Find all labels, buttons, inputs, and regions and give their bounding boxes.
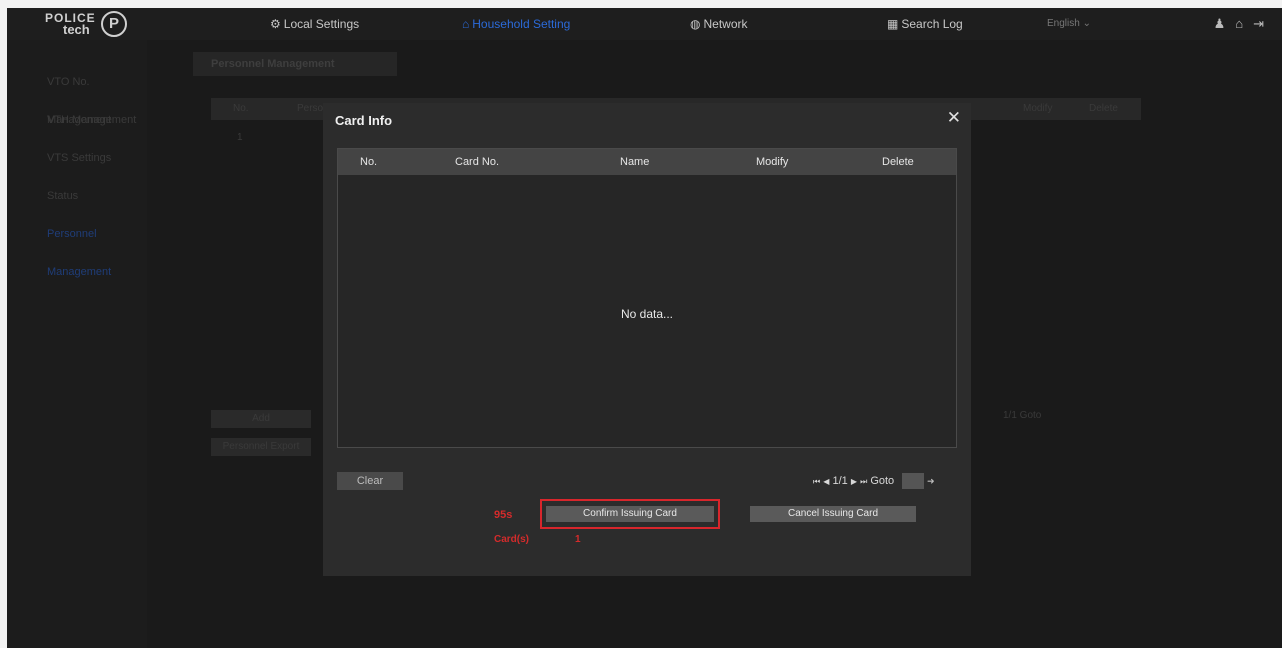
modal-title: Card Info	[335, 113, 393, 128]
confirm-highlight-box: Confirm Issuing Card	[540, 499, 720, 529]
bg-row-no: 1	[237, 132, 243, 143]
last-page-icon[interactable]: ⏭	[860, 477, 867, 486]
logo-text-tech: tech	[63, 22, 90, 37]
header-name: Name	[620, 156, 650, 168]
nav-network[interactable]: ◍ Network	[690, 17, 748, 31]
add-button[interactable]: Add	[211, 410, 311, 428]
bg-header-delete: Delete	[1089, 103, 1118, 114]
go-arrow-icon[interactable]: ➜	[927, 471, 935, 491]
empty-state-text: No data...	[620, 307, 674, 321]
page-indicator: 1/1	[832, 475, 848, 487]
goto-label: Goto	[870, 475, 895, 487]
card-info-modal: Card Info ✕ No. Card No. Name Modify Del…	[323, 103, 971, 576]
header-card-no: Card No.	[455, 156, 500, 168]
nav-label: Household Setting	[472, 17, 571, 31]
clear-button[interactable]: Clear	[337, 472, 403, 490]
cancel-issuing-card-button[interactable]: Cancel Issuing Card	[750, 506, 916, 522]
tab-personnel-management[interactable]: Personnel Management	[193, 52, 397, 76]
user-icon[interactable]: ♟	[1214, 16, 1236, 31]
confirm-issuing-card-button[interactable]: Confirm Issuing Card	[546, 506, 714, 522]
bg-pager: 1/1 Goto	[1003, 410, 1042, 421]
close-icon[interactable]: ✕	[947, 108, 961, 128]
header-no: No.	[360, 156, 378, 168]
nav-label: Search Log	[901, 17, 963, 31]
app-window: POLICE tech P ⚙ Local Settings ⌂ Household…	[7, 8, 1282, 648]
card-table-header: No. Card No. Name Modify Delete	[338, 149, 956, 175]
sidebar: VTO No. Management VTH Management VTS Se…	[7, 40, 147, 648]
nav-local-settings[interactable]: ⚙ Local Settings	[270, 17, 359, 31]
nav-label: Network	[703, 17, 748, 31]
network-icon: ◍	[690, 17, 701, 31]
sidebar-item-vth-management[interactable]: VTH Management	[7, 101, 147, 139]
gear-icon: ⚙	[270, 17, 281, 31]
pagination: ⏮ ◀ 1/1 ▶ ⏭ Goto ➜	[813, 471, 935, 491]
top-nav-bar: POLICE tech P ⚙ Local Settings ⌂ Household…	[7, 8, 1282, 40]
sidebar-item-vts-settings[interactable]: VTS Settings	[7, 139, 147, 177]
nav-household-setting[interactable]: ⌂ Household Setting	[462, 17, 570, 31]
language-label: English	[1047, 18, 1080, 29]
first-page-icon[interactable]: ⏮	[813, 477, 820, 486]
header-delete: Delete	[882, 156, 914, 168]
sidebar-item-vto-no-management[interactable]: VTO No. Management	[7, 63, 147, 126]
home-icon[interactable]: ⌂	[1235, 16, 1253, 31]
search-log-icon: ▦	[887, 17, 899, 31]
sidebar-item-status[interactable]: Status	[7, 177, 147, 215]
police-tech-logo: POLICE tech P	[45, 11, 135, 39]
sidebar-item-personnel-management[interactable]: Personnel Management	[7, 215, 147, 278]
nav-label: Local Settings	[283, 17, 360, 31]
logo-mark: P	[101, 11, 127, 37]
logout-icon[interactable]: ⇥	[1253, 16, 1274, 31]
top-right-icons: ♟⌂⇥	[1214, 16, 1274, 32]
nav-search-log[interactable]: ▦ Search Log	[887, 17, 963, 31]
header-modify: Modify	[756, 156, 789, 168]
goto-page-input[interactable]	[902, 473, 924, 489]
bg-header-no: No.	[233, 103, 249, 114]
prev-page-icon[interactable]: ◀	[823, 477, 829, 486]
language-select[interactable]: English ⌄	[1047, 18, 1091, 29]
next-page-icon[interactable]: ▶	[851, 477, 857, 486]
card-table: No. Card No. Name Modify Delete No data.…	[337, 148, 957, 448]
cards-count-label: Card(s)	[494, 534, 530, 545]
cards-count-value: 1	[575, 534, 581, 545]
countdown-timer: 95s	[494, 509, 513, 521]
household-icon: ⌂	[462, 17, 470, 31]
chevron-down-icon: ⌄	[1082, 18, 1091, 29]
bg-header-modify: Modify	[1023, 103, 1053, 114]
personnel-export-button[interactable]: Personnel Export	[211, 438, 311, 456]
